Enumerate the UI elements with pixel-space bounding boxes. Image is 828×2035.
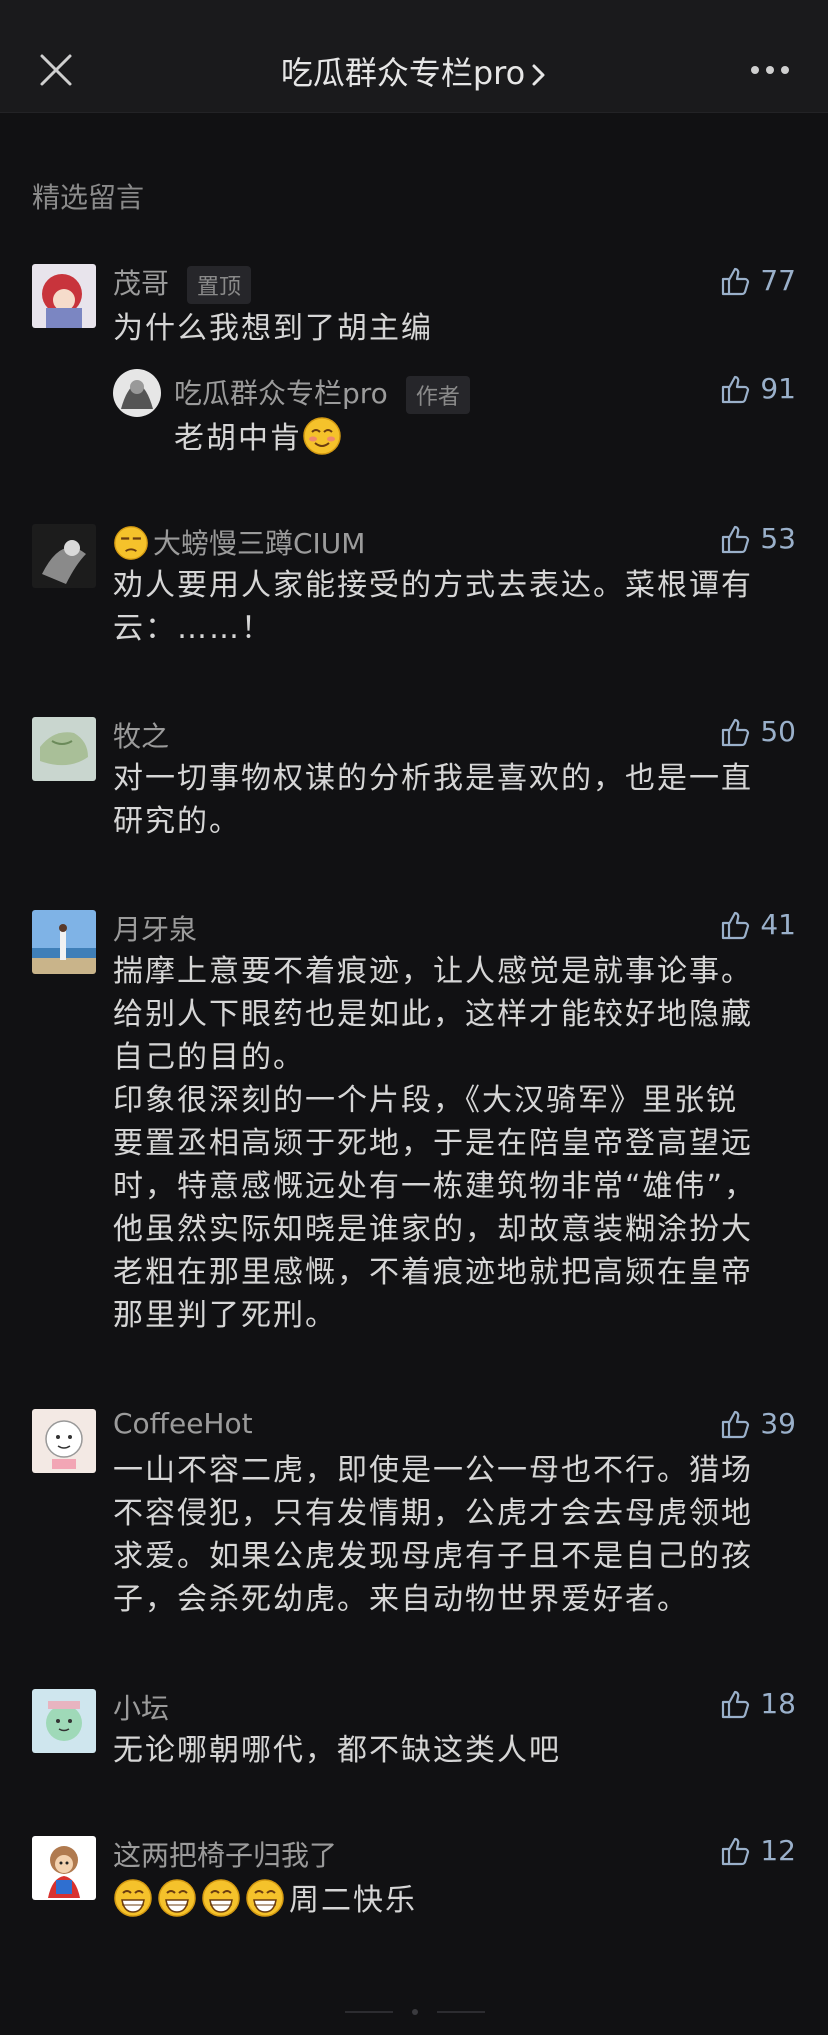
comment-author[interactable]: 这两把椅子归我了 [113,1834,337,1874]
thumbs-up-icon [722,1690,750,1718]
comment-line: 给别人下眼药也是如此，这样才能较好地隐藏 [113,997,753,1032]
account-title-link[interactable]: 吃瓜群众专栏pro [0,48,828,94]
comment-author[interactable]: 大螃慢三蹲CIUM [113,522,365,562]
comment-author[interactable]: 茂哥 置顶 [113,262,252,304]
comment-author[interactable]: 牧之 [113,715,169,755]
like-button[interactable]: 50 [720,715,796,748]
like-count: 50 [760,715,796,748]
comment-line: 研究的。 [113,804,241,839]
pinned-badge: 置顶 [187,266,252,304]
comment-text: 对一切事物权谋的分析我是喜欢的，也是一直 研究的。 [113,757,793,843]
unamused-face-emoji-icon [114,526,148,560]
avatar[interactable] [32,910,96,974]
thumbs-up-icon [722,375,750,403]
comment-text: 劝人要用人家能接受的方式去表达。菜根谭有 云：……！ [113,564,793,650]
like-count: 41 [760,908,796,941]
like-count: 12 [760,1834,796,1867]
comment-text: 揣摩上意要不着痕迹，让人感觉是就事论事。 给别人下眼药也是如此，这样才能较好地隐… [113,950,793,1337]
scroll-indicator [345,2009,485,2015]
like-button[interactable]: 53 [720,522,796,555]
author-name: CoffeeHot [113,1407,253,1440]
comment-line: 揣摩上意要不着痕迹，让人感觉是就事论事。 [113,954,753,989]
comment-line: 子，会杀死幼虎。来自动物世界爱好者。 [113,1582,689,1617]
author-name: 这两把椅子归我了 [113,1839,338,1872]
like-button[interactable]: 12 [720,1834,796,1867]
like-count: 39 [760,1407,796,1440]
comment-text-content: 周二快乐 [289,1883,417,1918]
reply-author-name: 吃瓜群众专栏pro [174,377,388,410]
comment-line: 时，特意感慨远处有一栋建筑物非常“雄伟”， [113,1169,757,1204]
avatar[interactable] [32,1689,96,1753]
author-name: 牧之 [113,720,170,753]
like-count: 77 [760,264,796,297]
thumbs-up-icon [722,1837,750,1865]
author-name: 茂哥 [113,267,170,300]
author-name: 大螃慢三蹲CIUM [153,527,366,560]
comment-text: 为什么我想到了胡主编 [113,311,433,346]
like-count: 18 [760,1687,796,1720]
comment-line: 劝人要用人家能接受的方式去表达。菜根谭有 [113,568,753,603]
comment-line: 要置丞相高颎于死地，于是在陪皇帝登高望远 [113,1126,753,1161]
like-button[interactable]: 77 [720,264,796,297]
avatar[interactable] [32,1836,96,1900]
comment-line: 求爱。如果公虎发现母虎有子且不是自己的孩 [113,1539,753,1574]
avatar[interactable] [32,1409,96,1473]
thumbs-up-icon [722,525,750,553]
comment-line: 那里判了死刑。 [113,1298,337,1333]
comment-line: 印象很深刻的一个片段，《大汉骑军》里张锐 [113,1083,738,1118]
author-name: 月牙泉 [113,913,198,946]
author-badge: 作者 [405,376,470,414]
chevron-right-icon [532,64,545,86]
grinning-emoji-icon [114,1879,152,1917]
comment-author[interactable]: 小坛 [113,1687,169,1727]
comment-line: 一山不容二虎，即使是一公一母也不行。猎场 [113,1453,753,1488]
reply-author[interactable]: 吃瓜群众专栏pro 作者 [174,372,470,414]
comment-line: 自己的目的。 [113,1040,305,1075]
thumbs-up-icon [722,267,750,295]
like-button[interactable]: 41 [720,908,796,941]
smiling-blush-emoji-icon [303,417,341,455]
comment-author[interactable]: 月牙泉 [113,908,197,948]
like-count: 53 [760,522,796,555]
thumbs-up-icon [722,1410,750,1438]
grinning-emoji-icon [158,1879,196,1917]
like-count: 91 [760,372,796,405]
comment-line: 老粗在那里感慨，不着痕迹地就把高颎在皇帝 [113,1255,753,1290]
comment-line: 云：……！ [113,611,273,646]
comment-line: 无论哪朝哪代，都不缺这类人吧 [113,1733,561,1768]
comment-text: 一山不容二虎，即使是一公一母也不行。猎场 不容侵犯，只有发情期，公虎才会去母虎领… [113,1449,793,1621]
section-title: 精选留言 [32,181,145,214]
comment-text: 无论哪朝哪代，都不缺这类人吧 [113,1729,793,1772]
author-name: 小坛 [113,1692,170,1725]
avatar[interactable] [32,717,96,781]
more-dots-icon[interactable] [748,58,792,82]
reply-like-button[interactable]: 91 [720,372,796,405]
thumbs-up-icon [722,911,750,939]
comment-text: 周二快乐 [113,1878,793,1922]
like-button[interactable]: 18 [720,1687,796,1720]
comment-line: 不容侵犯，只有发情期，公虎才会去母虎领地 [113,1496,753,1531]
avatar[interactable] [32,264,96,328]
page-title: 吃瓜群众专栏pro [280,54,526,92]
like-button[interactable]: 39 [720,1407,796,1440]
grinning-emoji-icon [202,1879,240,1917]
thumbs-up-icon [722,718,750,746]
comment-line: 他虽然实际知晓是谁家的，却故意装糊涂扮大 [113,1212,753,1247]
top-bar: 吃瓜群众专栏pro [0,0,828,113]
comment-author[interactable]: CoffeeHot [113,1407,253,1440]
grinning-emoji-icon [246,1879,284,1917]
avatar[interactable] [32,524,96,588]
reply-text-content: 老胡中肯 [174,421,302,456]
comment-line: 对一切事物权谋的分析我是喜欢的，也是一直 [113,761,753,796]
reply-avatar[interactable] [113,369,161,417]
reply-text: 老胡中肯 [174,416,346,460]
